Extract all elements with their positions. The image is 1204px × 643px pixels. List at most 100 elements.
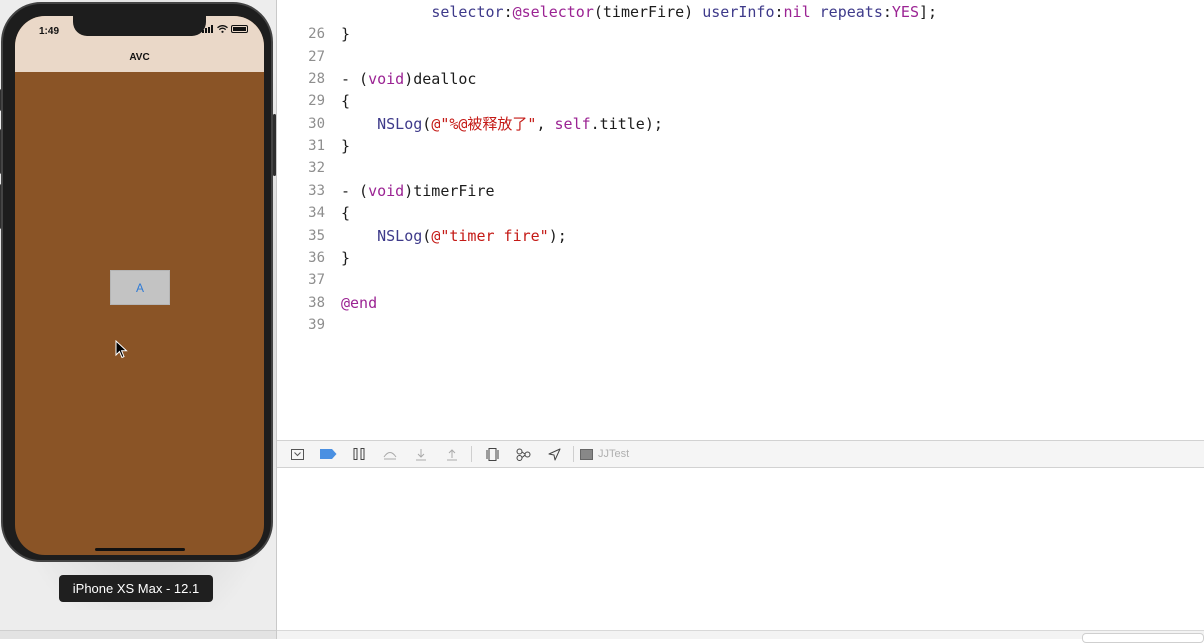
line-number[interactable]: 33 bbox=[277, 180, 325, 202]
line-number[interactable]: 38 bbox=[277, 292, 325, 314]
code-line[interactable]: 35 NSLog(@"timer fire"); bbox=[277, 225, 1204, 247]
memory-graph-icon[interactable] bbox=[512, 445, 534, 463]
cellular-signal-icon bbox=[202, 25, 214, 33]
line-number[interactable]: 27 bbox=[277, 46, 325, 68]
code-line[interactable]: 26} bbox=[277, 23, 1204, 45]
code-text[interactable]: } bbox=[341, 247, 350, 269]
code-token: , bbox=[536, 114, 555, 133]
code-token: ]; bbox=[919, 3, 938, 21]
code-token: )timerFire bbox=[404, 181, 495, 200]
line-number[interactable]: 39 bbox=[277, 314, 325, 336]
line-number[interactable]: 31 bbox=[277, 135, 325, 157]
debug-target[interactable]: JJTest bbox=[580, 448, 629, 460]
code-line[interactable]: 37 bbox=[277, 269, 1204, 291]
code-text[interactable]: } bbox=[341, 23, 350, 45]
code-text[interactable]: NSLog(@"timer fire"); bbox=[341, 225, 567, 247]
app-target-icon bbox=[580, 448, 593, 460]
code-text[interactable]: { bbox=[341, 90, 350, 112]
code-token: repeats bbox=[819, 3, 883, 21]
simulator-pane: 1:49 AVC A iPhone XS Max - 12.1 bbox=[0, 0, 296, 639]
navigation-title: AVC bbox=[129, 52, 150, 63]
volume-down-button bbox=[0, 184, 1, 229]
code-text[interactable]: { bbox=[341, 202, 350, 224]
simulator-bottom-bar bbox=[0, 630, 276, 639]
code-text[interactable]: selector:@selector(timerFire) userInfo:n… bbox=[341, 1, 937, 23]
code-text[interactable]: @end bbox=[341, 292, 377, 314]
line-number[interactable]: 34 bbox=[277, 202, 325, 224]
code-text[interactable]: - (void)dealloc bbox=[341, 68, 476, 90]
code-token: YES bbox=[891, 3, 919, 21]
code-token: } bbox=[341, 137, 351, 156]
code-text[interactable]: NSLog(@"%@被释放了", self.title); bbox=[341, 113, 663, 135]
toolbar-separator bbox=[573, 446, 574, 462]
battery-icon bbox=[231, 25, 248, 33]
toolbar-separator bbox=[471, 446, 472, 462]
code-token: )dealloc bbox=[404, 70, 477, 89]
code-token: ( bbox=[422, 114, 432, 133]
silent-switch bbox=[0, 89, 1, 111]
breakpoints-toggle-icon[interactable] bbox=[317, 445, 339, 463]
code-text[interactable]: } bbox=[341, 135, 350, 157]
code-token: { bbox=[341, 92, 351, 111]
debug-target-name: JJTest bbox=[598, 448, 630, 460]
code-line[interactable]: 31} bbox=[277, 135, 1204, 157]
line-number[interactable]: 36 bbox=[277, 247, 325, 269]
code-token: } bbox=[341, 248, 351, 267]
status-bar-icons bbox=[202, 25, 248, 33]
device-name-tooltip: iPhone XS Max - 12.1 bbox=[59, 575, 213, 602]
line-number[interactable]: 37 bbox=[277, 269, 325, 291]
simulate-location-icon[interactable] bbox=[543, 445, 565, 463]
hide-debug-area-icon[interactable] bbox=[286, 445, 308, 463]
mouse-cursor-icon bbox=[115, 340, 128, 359]
code-token: @"timer fire" bbox=[431, 226, 549, 245]
view-hierarchy-icon[interactable] bbox=[481, 445, 503, 463]
debug-toolbar: JJTest bbox=[277, 440, 1204, 468]
a-button[interactable]: A bbox=[110, 270, 170, 305]
code-token: ( bbox=[422, 226, 432, 245]
device-notch bbox=[73, 16, 206, 36]
code-line[interactable]: 32 bbox=[277, 157, 1204, 179]
code-line[interactable]: 33 - (void)timerFire bbox=[277, 180, 1204, 202]
iphone-device-frame: 1:49 AVC A bbox=[0, 2, 276, 562]
code-text[interactable]: - (void)timerFire bbox=[341, 180, 495, 202]
code-editor[interactable]: selector:@selector(timerFire) userInfo:n… bbox=[277, 0, 1204, 440]
step-over-icon[interactable] bbox=[379, 445, 401, 463]
line-number[interactable]: 28 bbox=[277, 68, 325, 90]
code-line[interactable]: 29 { bbox=[277, 90, 1204, 112]
console-bottom-bar bbox=[277, 630, 1204, 643]
code-token: self bbox=[554, 114, 591, 133]
code-line[interactable]: 34 { bbox=[277, 202, 1204, 224]
debug-console[interactable] bbox=[277, 468, 1204, 630]
code-token: NSLog bbox=[377, 114, 423, 133]
line-number[interactable]: 35 bbox=[277, 225, 325, 247]
code-token: @"%@被释放了" bbox=[431, 114, 537, 133]
code-token: - ( bbox=[341, 70, 369, 89]
code-token: - ( bbox=[341, 181, 369, 200]
code-token: NSLog bbox=[377, 226, 423, 245]
code-line[interactable]: 38 @end bbox=[277, 292, 1204, 314]
console-filter-field[interactable] bbox=[1082, 633, 1204, 643]
code-token: @selector bbox=[512, 3, 594, 21]
home-indicator[interactable] bbox=[95, 548, 185, 551]
code-token: (timerFire) bbox=[593, 3, 703, 21]
step-out-icon[interactable] bbox=[441, 445, 463, 463]
code-line[interactable]: 39 bbox=[277, 314, 1204, 336]
code-token: @end bbox=[341, 293, 378, 312]
code-token: void bbox=[368, 181, 405, 200]
code-line[interactable]: 28 - (void)dealloc bbox=[277, 68, 1204, 90]
step-into-icon[interactable] bbox=[410, 445, 432, 463]
simulator-screen[interactable]: 1:49 AVC A bbox=[15, 16, 264, 555]
code-token: userInfo bbox=[702, 3, 775, 21]
code-token: nil bbox=[783, 3, 811, 21]
line-number[interactable]: 32 bbox=[277, 157, 325, 179]
code-line[interactable]: 27 bbox=[277, 46, 1204, 68]
line-number[interactable]: 29 bbox=[277, 90, 325, 112]
code-line[interactable]: 30 NSLog(@"%@被释放了", self.title); bbox=[277, 113, 1204, 135]
code-line[interactable]: 36} bbox=[277, 247, 1204, 269]
code-token: : bbox=[503, 3, 513, 21]
code-line[interactable]: selector:@selector(timerFire) userInfo:n… bbox=[277, 1, 1204, 23]
pause-icon[interactable] bbox=[348, 445, 370, 463]
line-number[interactable]: 26 bbox=[277, 23, 325, 45]
line-number[interactable]: 30 bbox=[277, 113, 325, 135]
